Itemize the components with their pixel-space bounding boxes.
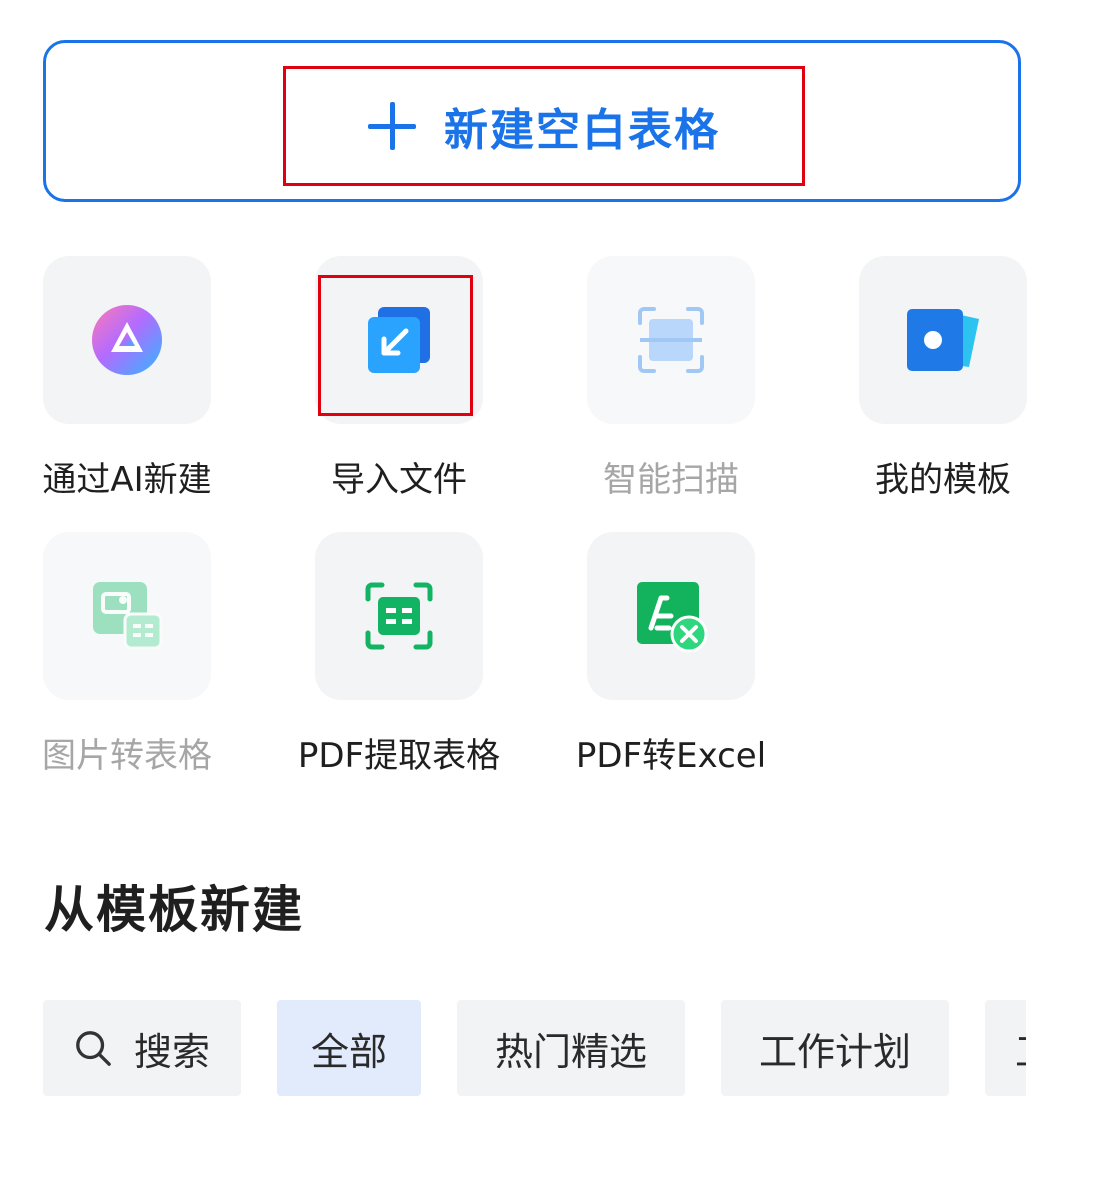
tool-pdf-to-excel[interactable]: PDF转Excel [535, 532, 807, 777]
tool-import-file[interactable]: 导入文件 [263, 256, 535, 501]
new-blank-sheet-label: 新建空白表格 [444, 105, 720, 156]
templates-section-title: 从模板新建 [44, 881, 304, 939]
tool-smart-scan[interactable]: 智能扫描 [535, 256, 807, 501]
tool-pdf-extract-table[interactable]: PDF提取表格 [263, 532, 535, 777]
tool-label: 通过AI新建 [42, 460, 212, 500]
import-file-icon [368, 307, 430, 373]
tool-tile [587, 256, 755, 424]
tool-my-templates[interactable]: 我的模板 [807, 256, 1079, 501]
tool-tile [315, 256, 483, 424]
tool-label: 导入文件 [331, 460, 467, 500]
chip-partial[interactable]: 工 [985, 1000, 1026, 1096]
tool-tile [587, 532, 755, 700]
tool-tile [315, 532, 483, 700]
ai-logo-icon [92, 305, 162, 375]
tool-label: 图片转表格 [42, 736, 212, 776]
tool-tile [859, 256, 1027, 424]
search-chip[interactable]: 搜索 [43, 1000, 241, 1096]
search-icon [76, 1031, 111, 1066]
tool-tile [43, 532, 211, 700]
plus-icon [368, 102, 416, 150]
image-to-table-icon [93, 582, 163, 650]
search-chip-label: 搜索 [133, 1029, 210, 1074]
smart-scan-icon [638, 307, 704, 373]
tool-image-to-table[interactable]: 图片转表格 [0, 532, 263, 777]
tool-ai-create[interactable]: 通过AI新建 [0, 256, 263, 501]
chip-hot-picks[interactable]: 热门精选 [457, 1000, 685, 1096]
pdf-extract-table-icon [365, 582, 433, 650]
tool-label: 智能扫描 [603, 460, 739, 500]
new-blank-sheet-highlight[interactable]: 新建空白表格 [283, 66, 805, 186]
pdf-to-excel-icon [637, 582, 708, 653]
tool-tile [43, 256, 211, 424]
chip-all[interactable]: 全部 [277, 1000, 421, 1096]
chip-work-plan[interactable]: 工作计划 [721, 1000, 949, 1096]
tool-label: PDF转Excel [575, 736, 767, 776]
tool-label: PDF提取表格 [297, 736, 501, 776]
tool-label: 我的模板 [875, 460, 1011, 500]
my-templates-icon [907, 309, 979, 371]
template-filter-bar: 搜索 全部 热门精选 工作计划 工 [43, 1000, 1026, 1096]
